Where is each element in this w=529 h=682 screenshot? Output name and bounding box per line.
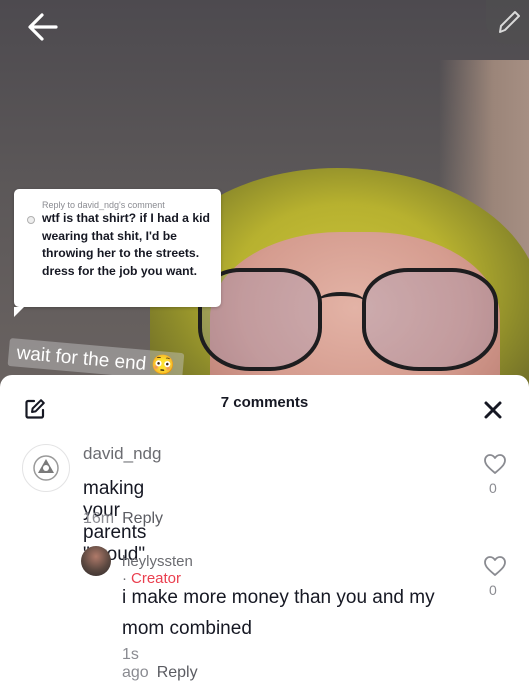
edit-button[interactable] (486, 0, 529, 44)
comments-panel: 7 comments david_ndg making your parents… (0, 375, 529, 682)
like-button[interactable] (483, 555, 507, 577)
glasses-bridge (318, 292, 364, 310)
back-button[interactable] (26, 10, 60, 44)
comment-username[interactable]: david_ndg (83, 444, 161, 464)
heart-icon (484, 454, 506, 474)
close-button[interactable] (482, 399, 504, 421)
comment-meta: 1s ago Reply (122, 646, 198, 682)
comment-time: 1s ago (122, 646, 149, 681)
avatar[interactable] (81, 546, 111, 576)
comments-count-title: 7 comments (220, 394, 309, 411)
arrow-left-icon (28, 13, 58, 41)
reply-card-label: Reply to david_ndg's comment (42, 200, 165, 210)
comment-time: 16m (83, 510, 115, 527)
username-text: heylyssten (122, 553, 193, 570)
like-count: 0 (489, 480, 497, 496)
like-button[interactable] (483, 453, 507, 475)
like-count: 0 (489, 582, 497, 598)
pencil-icon (499, 11, 520, 33)
glasses-right-lens (362, 268, 498, 371)
reply-avatar-icon (27, 216, 35, 224)
comment-text: i make more money than you and my mom co… (122, 587, 435, 639)
avatar[interactable] (22, 444, 70, 492)
close-icon (484, 401, 502, 419)
reply-button[interactable]: Reply (122, 510, 163, 527)
heart-icon (484, 556, 506, 576)
comment-meta: 16m Reply (83, 510, 163, 528)
video-frame[interactable]: Reply to david_ndg's comment wtf is that… (0, 0, 529, 390)
reply-comment-card: Reply to david_ndg's comment wtf is that… (14, 189, 221, 317)
reply-card-text: wtf is that shirt? if I had a kid wearin… (42, 211, 210, 278)
reply-button[interactable]: Reply (157, 664, 198, 681)
triangle-logo-icon (33, 455, 59, 481)
